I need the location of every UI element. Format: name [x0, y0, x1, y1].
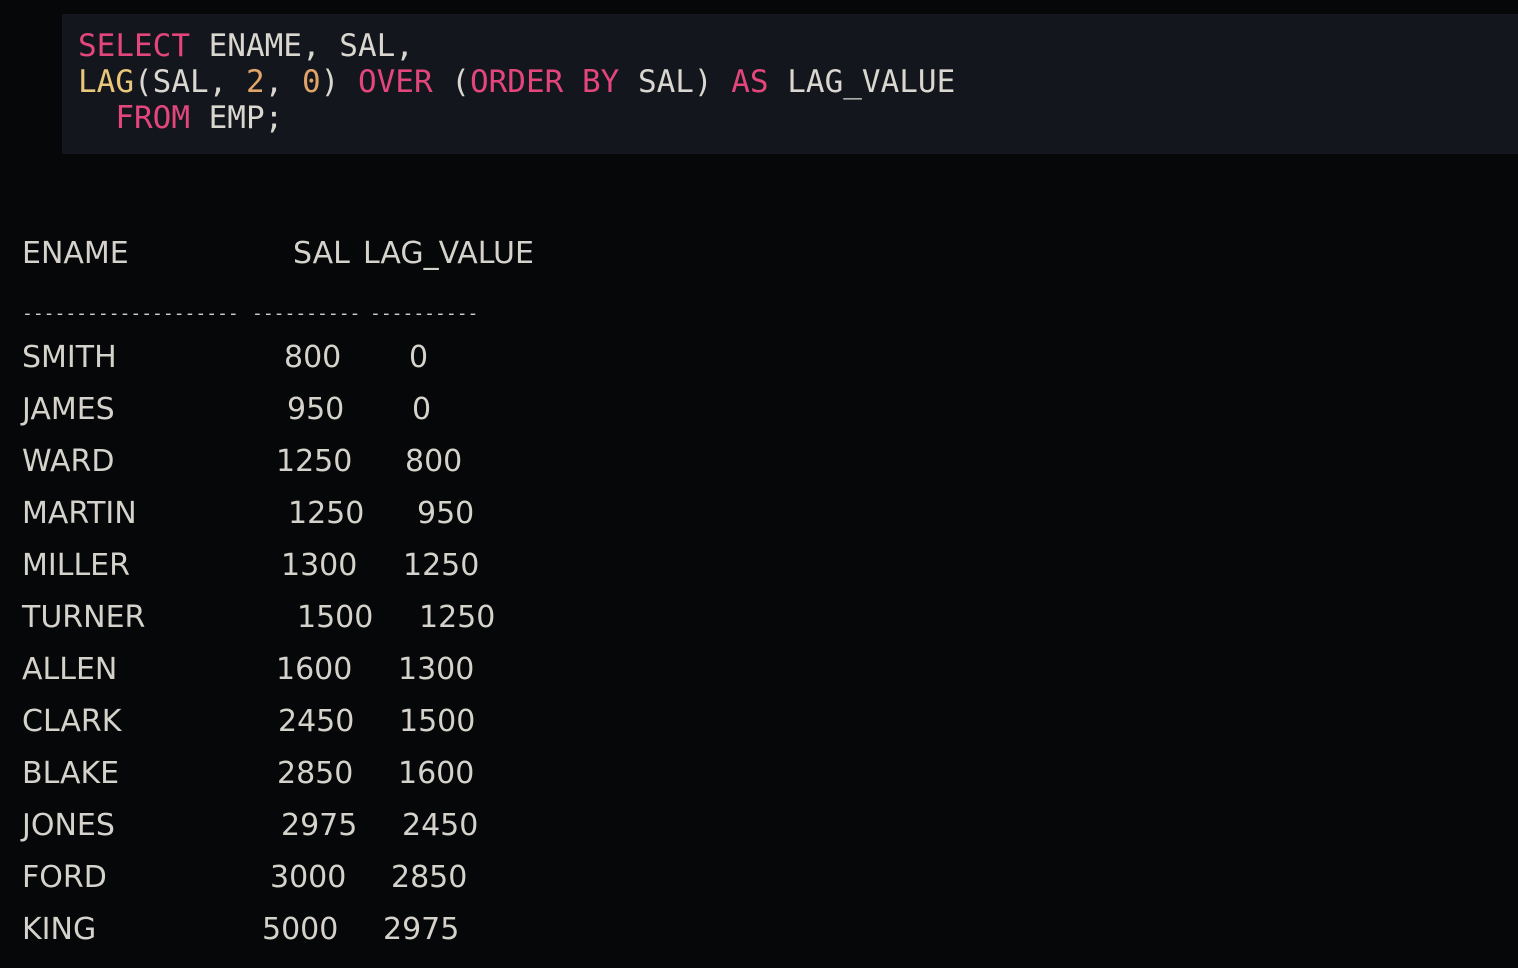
cell-ename: WARD [22, 444, 115, 479]
cell-lag-value: 1250 [419, 600, 496, 635]
separator-ename: -------------------- [22, 303, 239, 324]
cell-lag-value: 2850 [391, 860, 468, 895]
cell-ename: KING [22, 912, 97, 947]
cell-sal: 1300 [281, 548, 358, 583]
separator-lag-value: ---------- [370, 303, 479, 324]
cell-lag-value: 0 [412, 392, 432, 427]
cell-sal: 1250 [288, 496, 365, 531]
cell-sal: 2850 [277, 756, 354, 791]
cell-lag-value: 1250 [403, 548, 480, 583]
cell-sal: 800 [284, 340, 342, 375]
header-ename: ENAME [22, 236, 129, 271]
cell-ename: BLAKE [22, 756, 120, 791]
cell-ename: FORD [22, 860, 107, 895]
cell-sal: 2975 [281, 808, 358, 843]
cell-ename: SMITH [22, 340, 117, 375]
cell-ename: JONES [22, 808, 115, 843]
cell-sal: 1250 [276, 444, 353, 479]
cell-lag-value: 1300 [398, 652, 475, 687]
cell-ename: JAMES [22, 392, 115, 427]
cell-lag-value: 1600 [398, 756, 475, 791]
cell-sal: 5000 [262, 912, 339, 947]
cell-lag-value: 800 [405, 444, 463, 479]
cell-ename: ALLEN [22, 652, 118, 687]
cell-lag-value: 2975 [383, 912, 460, 947]
cell-sal: 2450 [278, 704, 355, 739]
cell-ename: CLARK [22, 704, 122, 739]
cell-sal: 1600 [276, 652, 353, 687]
separator-sal: ---------- [252, 303, 361, 324]
cell-lag-value: 1500 [399, 704, 476, 739]
cell-lag-value: 950 [417, 496, 475, 531]
cell-lag-value: 0 [409, 340, 429, 375]
header-sal: SAL [293, 236, 350, 271]
cell-ename: MARTIN [22, 496, 137, 531]
cell-ename: MILLER [22, 548, 130, 583]
header-lag-value: LAG_VALUE [363, 236, 534, 271]
query-result: ENAME SAL LAG_VALUE --------------------… [0, 0, 1518, 968]
cell-sal: 1500 [297, 600, 374, 635]
cell-sal: 3000 [270, 860, 347, 895]
cell-sal: 950 [287, 392, 345, 427]
cell-ename: TURNER [22, 600, 146, 635]
cell-lag-value: 2450 [402, 808, 479, 843]
